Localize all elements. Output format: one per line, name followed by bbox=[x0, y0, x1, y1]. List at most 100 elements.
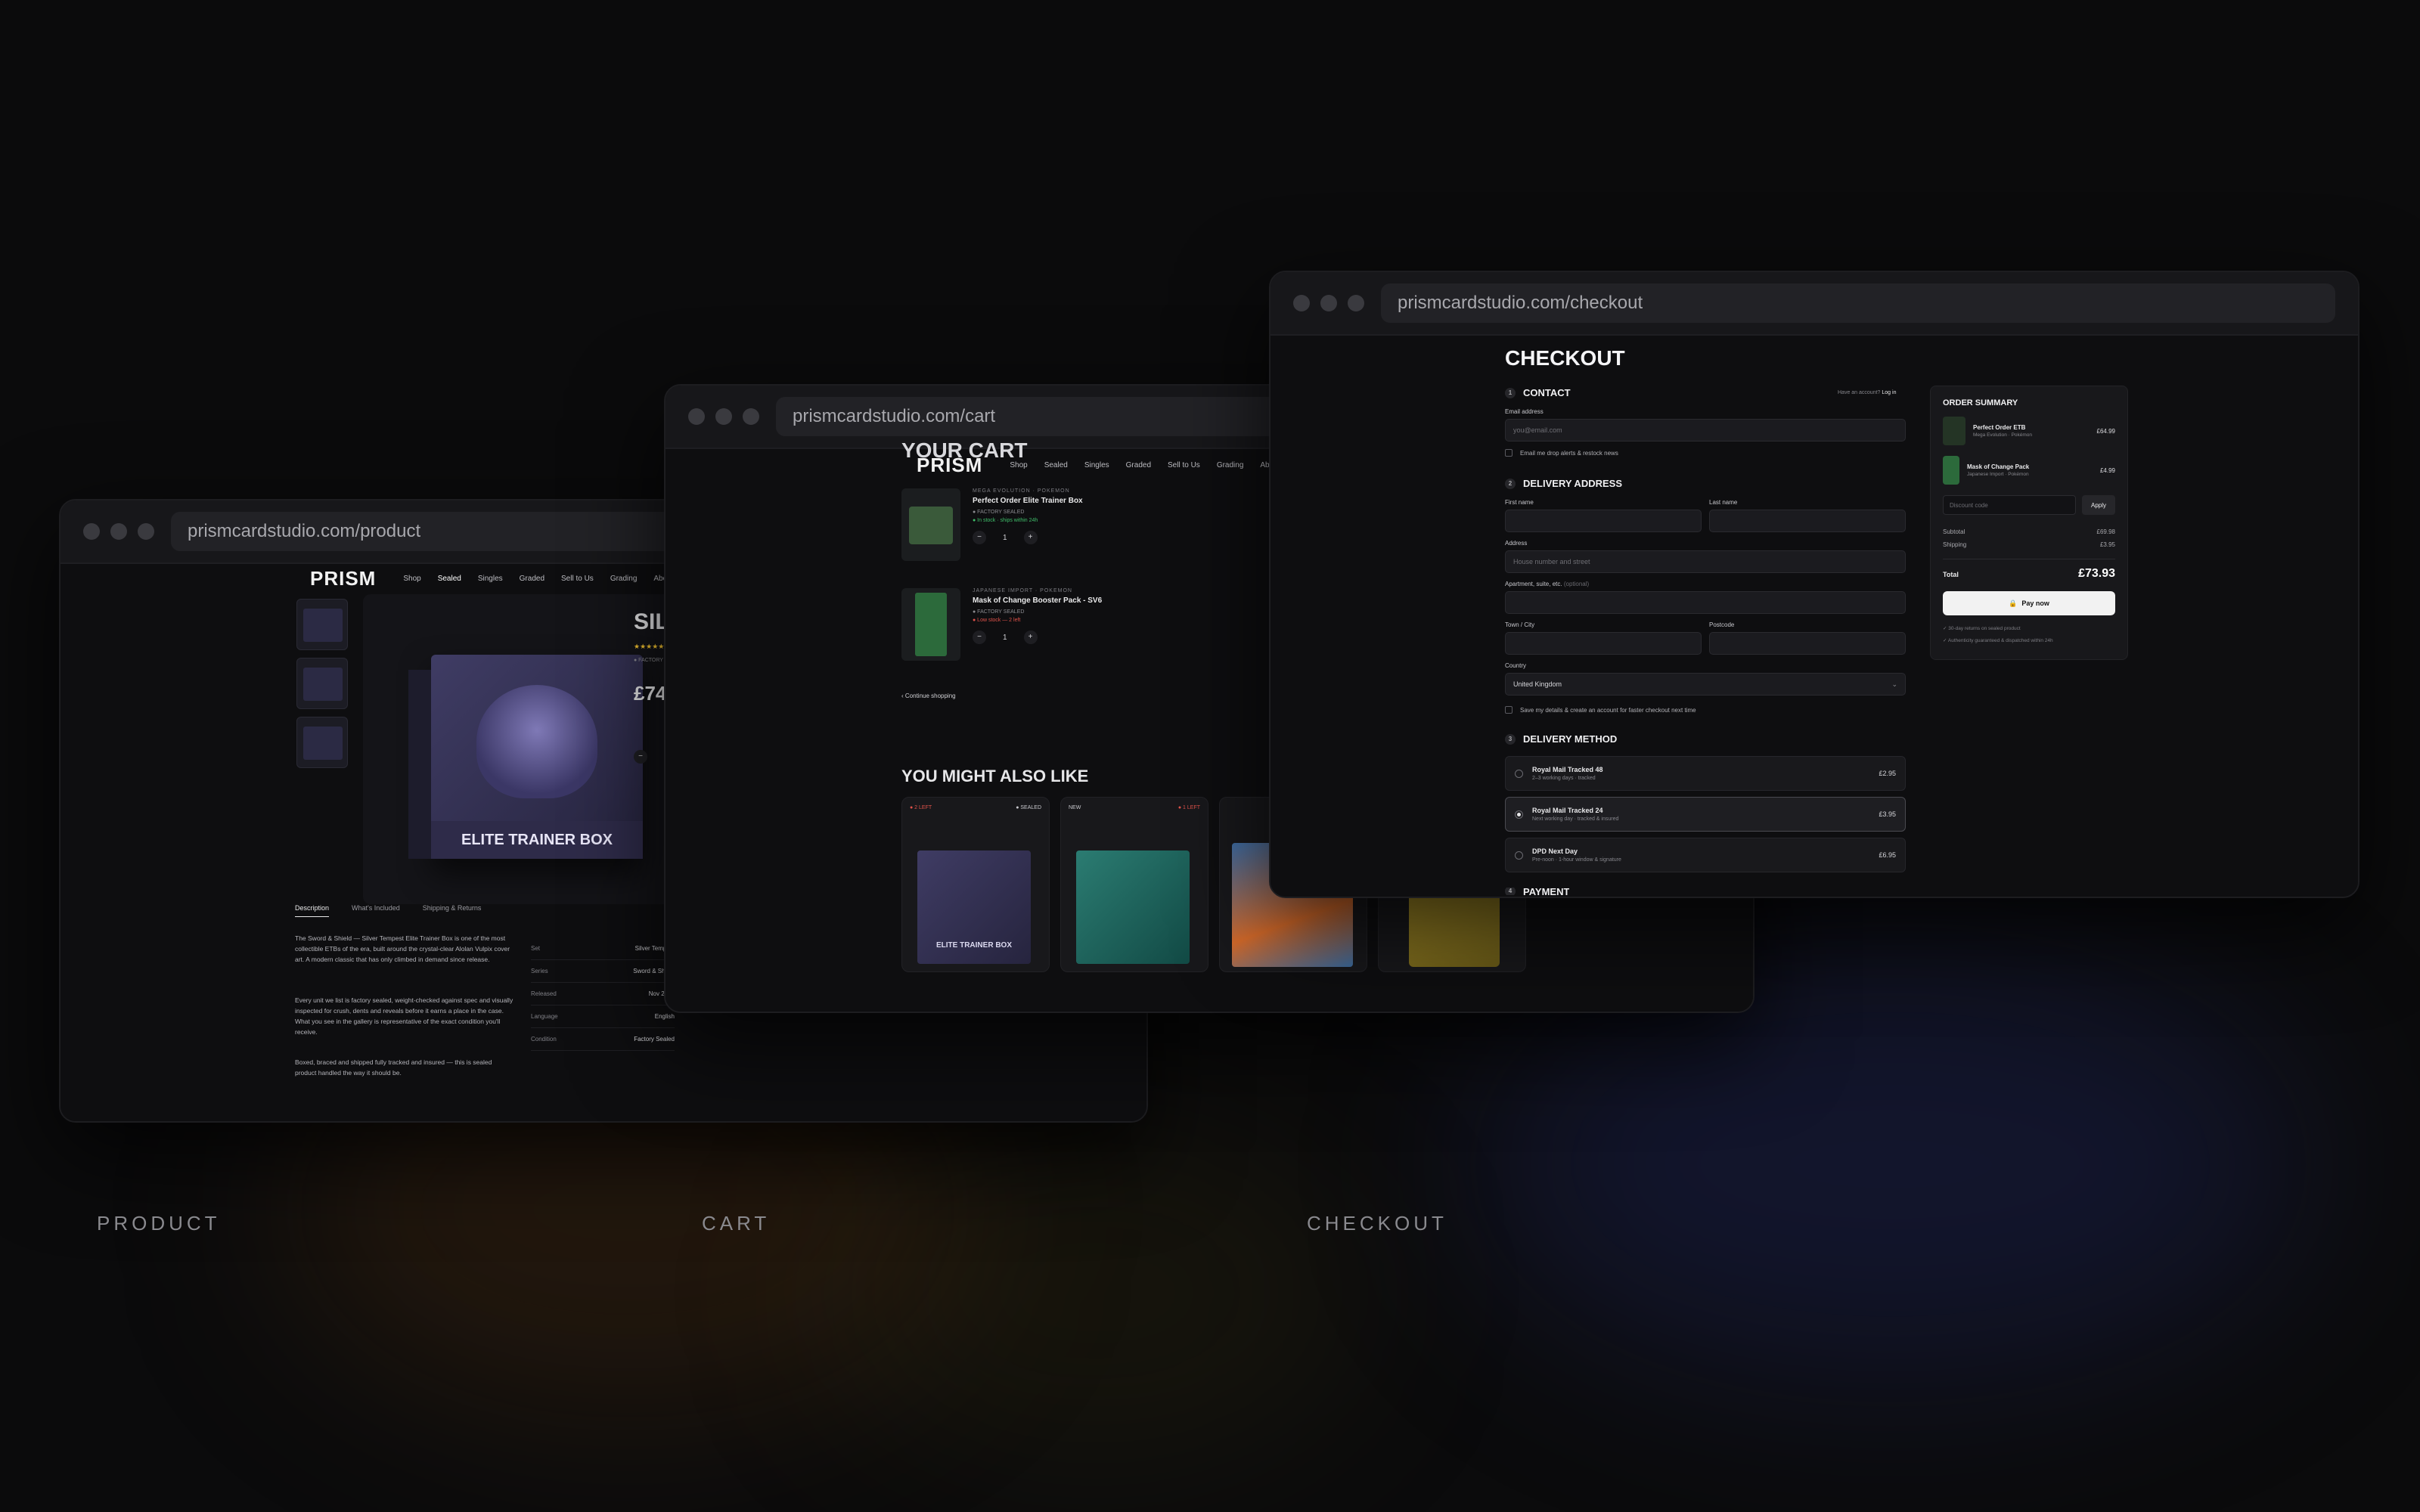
save-details-checkbox[interactable]: Save my details & create an account for … bbox=[1505, 706, 1696, 714]
spec-row: Set Silver Tempest bbox=[531, 937, 675, 960]
tab-shipping[interactable]: Shipping & Returns bbox=[423, 904, 482, 917]
apply-button[interactable]: Apply bbox=[2082, 495, 2115, 515]
minus-icon[interactable]: − bbox=[634, 750, 647, 764]
item-name[interactable]: Perfect Order Elite Trainer Box bbox=[973, 497, 1083, 505]
nav-sell[interactable]: Sell to Us bbox=[561, 575, 594, 583]
product-thumb bbox=[1943, 417, 1965, 445]
gallery-thumb[interactable] bbox=[296, 658, 348, 709]
spec-row: Condition Factory Sealed bbox=[531, 1028, 675, 1051]
shipping-option[interactable]: Royal Mail Tracked 48 2–3 working days · … bbox=[1505, 756, 1906, 791]
rec-card[interactable]: ● 2 LEFT ● SEALED ELITE TRAINER BOX bbox=[901, 797, 1050, 972]
window-controls[interactable] bbox=[688, 408, 759, 425]
postcode-label: Postcode bbox=[1709, 621, 1735, 628]
window-controls[interactable] bbox=[1293, 295, 1364, 311]
item-badge: ● FACTORY SEALED bbox=[973, 510, 1025, 515]
postcode-field[interactable] bbox=[1709, 632, 1906, 655]
brand-logo[interactable]: PRISM bbox=[310, 567, 376, 590]
window-controls[interactable] bbox=[83, 523, 154, 540]
spec-row: Series Sword & Shield bbox=[531, 960, 675, 983]
delivery-heading: 2 DELIVERY ADDRESS bbox=[1505, 478, 1622, 489]
browser-chrome: prismcardstudio.com/checkout bbox=[1270, 272, 2358, 336]
last-name-label: Last name bbox=[1709, 499, 1738, 506]
cart-item: JAPANESE IMPORT · POKEMON Mask of Change… bbox=[901, 588, 1102, 661]
country-select[interactable]: United Kingdom ⌄ bbox=[1505, 673, 1906, 696]
nav-graded[interactable]: Graded bbox=[520, 575, 544, 583]
description-paragraph: Every unit we list is factory sealed, we… bbox=[295, 996, 513, 1036]
caption-checkout: CHECKOUT bbox=[1307, 1212, 1447, 1235]
delivery-method-heading: 3 DELIVERY METHOD bbox=[1505, 733, 1617, 745]
product-qty-stepper[interactable]: −1 bbox=[634, 750, 669, 764]
order-summary: ORDER SUMMARY Perfect Order ETB Mega Evol… bbox=[1930, 386, 2128, 660]
nav-grading[interactable]: Grading bbox=[610, 575, 638, 583]
box-label: ELITE TRAINER BOX bbox=[431, 821, 643, 859]
description-paragraph: Boxed, braced and shipped fully tracked … bbox=[295, 1058, 492, 1077]
discount-row: Discount code Apply bbox=[1943, 495, 2115, 515]
minus-icon[interactable]: − bbox=[973, 631, 986, 644]
continue-shopping-link[interactable]: ‹ Continue shopping bbox=[901, 692, 956, 699]
product-tabs: Description What's Included Shipping & R… bbox=[295, 904, 481, 917]
quantity-stepper[interactable]: −1 + bbox=[973, 631, 1102, 644]
gallery-thumb[interactable] bbox=[296, 717, 348, 768]
login-link[interactable]: Log in bbox=[1882, 390, 1896, 395]
product-main-image[interactable]: ELITE TRAINER BOX bbox=[363, 594, 681, 904]
item-name[interactable]: Mask of Change Booster Pack - SV6 bbox=[973, 596, 1102, 605]
item-category: JAPANESE IMPORT · POKEMON bbox=[973, 588, 1072, 593]
lock-icon: 🔒 bbox=[2009, 599, 2018, 607]
site-nav: PRISM Shop Sealed Singles Graded Sell to… bbox=[917, 454, 1280, 477]
town-label: Town / City bbox=[1505, 621, 1535, 628]
radio-icon[interactable] bbox=[1515, 769, 1523, 778]
town-field[interactable] bbox=[1505, 632, 1702, 655]
minus-icon[interactable]: − bbox=[973, 531, 986, 544]
nav-graded[interactable]: Graded bbox=[1126, 461, 1151, 469]
summary-item: Mask of Change Pack Japanese Import · Pok… bbox=[1943, 456, 2115, 485]
plus-icon[interactable]: + bbox=[1023, 531, 1038, 544]
email-field[interactable]: you@email.com bbox=[1505, 419, 1906, 442]
assurances: ✓ 30-day returns on sealed product ✓ Auth… bbox=[1943, 626, 2053, 643]
have-account: Have an account? Log in bbox=[1838, 390, 1897, 395]
spec-row: Language English bbox=[531, 1005, 675, 1028]
first-name-field[interactable] bbox=[1505, 510, 1702, 532]
shipping-option[interactable]: Royal Mail Tracked 24 Next working day · … bbox=[1505, 797, 1906, 832]
nav-shop[interactable]: Shop bbox=[1010, 461, 1027, 469]
description-paragraph: The Sword & Shield — Silver Tempest Elit… bbox=[295, 934, 510, 963]
address-bar[interactable]: prismcardstudio.com/checkout bbox=[1381, 284, 2335, 323]
radio-icon[interactable] bbox=[1515, 810, 1523, 819]
nav-shop[interactable]: Shop bbox=[403, 575, 420, 583]
stock-status: ● In stock · ships within 24h bbox=[973, 518, 1038, 523]
contact-heading: 1 CONTACT bbox=[1505, 387, 1571, 398]
summary-heading: ORDER SUMMARY bbox=[1943, 398, 2018, 407]
first-name-label: First name bbox=[1505, 499, 1534, 506]
nav-grading[interactable]: Grading bbox=[1217, 461, 1244, 469]
pay-now-button[interactable]: 🔒 Pay now bbox=[1943, 591, 2115, 615]
nav-singles[interactable]: Singles bbox=[1084, 461, 1109, 469]
nav-sealed[interactable]: Sealed bbox=[1044, 461, 1068, 469]
address-field[interactable]: House number and street bbox=[1505, 550, 1906, 573]
rating-stars: ★★★★★ bbox=[634, 643, 665, 650]
nav-sell[interactable]: Sell to Us bbox=[1168, 461, 1200, 469]
cart-item-image bbox=[901, 488, 960, 561]
cart-item: MEGA EVOLUTION · POKEMON Perfect Order E… bbox=[901, 488, 1083, 561]
plus-icon[interactable]: + bbox=[1023, 631, 1038, 644]
tab-description[interactable]: Description bbox=[295, 904, 330, 917]
shipping-option[interactable]: DPD Next Day Pre-noon · 1-hour window & s… bbox=[1505, 838, 1906, 872]
summary-item: Perfect Order ETB Mega Evolution · Pokémo… bbox=[1943, 417, 2115, 445]
nav-singles[interactable]: Singles bbox=[478, 575, 503, 583]
newsletter-checkbox[interactable]: Email me drop alerts & restock news bbox=[1505, 449, 1618, 457]
brand-logo[interactable]: PRISM bbox=[917, 454, 982, 477]
product-thumb bbox=[1943, 456, 1959, 485]
rec-card[interactable]: NEW ● 1 LEFT bbox=[1060, 797, 1208, 972]
tab-included[interactable]: What's Included bbox=[352, 904, 400, 917]
apartment-label: Apartment, suite, etc. (optional) bbox=[1505, 581, 1590, 587]
item-category: MEGA EVOLUTION · POKEMON bbox=[973, 488, 1070, 494]
nav-sealed[interactable]: Sealed bbox=[438, 575, 461, 583]
gallery-thumb[interactable] bbox=[296, 599, 348, 650]
discount-code-input[interactable]: Discount code bbox=[1943, 495, 2076, 515]
quantity-stepper[interactable]: −1 + bbox=[973, 531, 1083, 544]
last-name-field[interactable] bbox=[1709, 510, 1906, 532]
shipping-row: Shipping £3.95 bbox=[1943, 541, 2115, 548]
apartment-field[interactable] bbox=[1505, 591, 1906, 614]
checkout-title: CHECKOUT bbox=[1505, 346, 1625, 370]
subtotal-row: Subtotal £69.98 bbox=[1943, 528, 2115, 535]
address-label: Address bbox=[1505, 540, 1528, 547]
radio-icon[interactable] bbox=[1515, 850, 1523, 860]
